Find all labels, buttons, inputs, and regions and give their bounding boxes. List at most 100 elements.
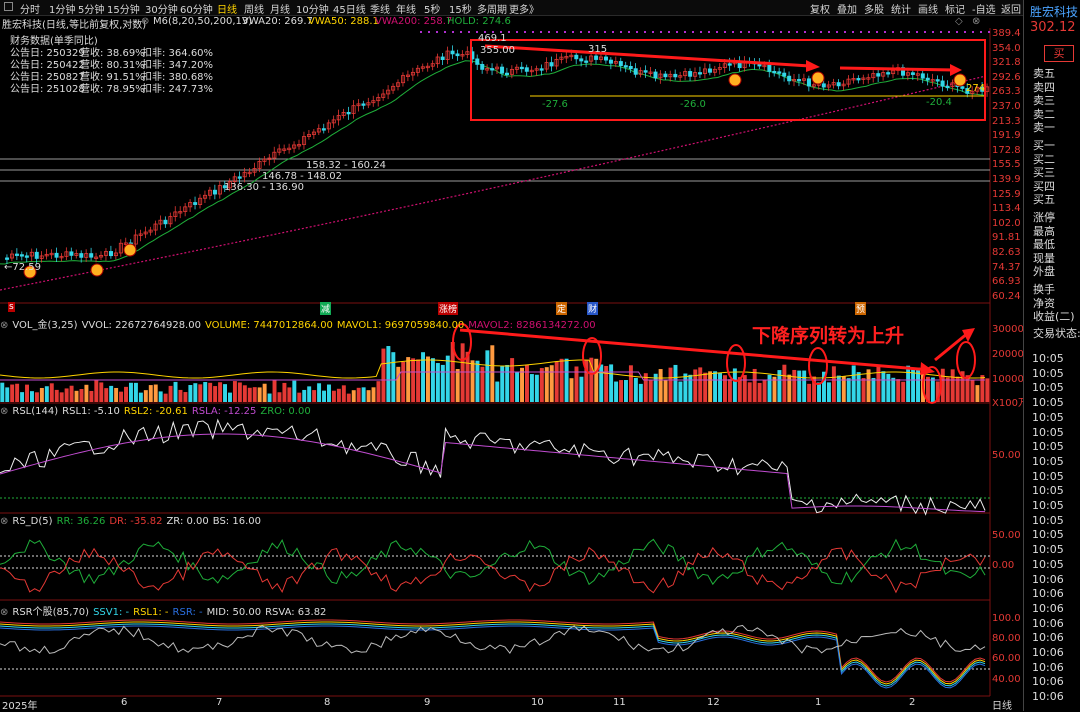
candle-body — [69, 251, 74, 256]
dot-mark — [844, 31, 846, 33]
volume-bar — [638, 383, 643, 402]
volume-panel-title: ⊗ VOL_金(3,25) VVOL: 22672764928.00 VOLUME: … — [0, 320, 596, 331]
vol-axis-2: 20000 — [992, 349, 1024, 360]
volume-bar — [772, 376, 777, 402]
volume-bar — [203, 382, 208, 402]
dot-mark — [740, 31, 742, 33]
signal-marker — [90, 263, 104, 277]
vol-toggle-icon[interactable]: ⊗ — [0, 320, 8, 331]
volume-bar — [99, 382, 104, 402]
volume-bar — [317, 383, 322, 402]
volume-bar — [381, 348, 386, 402]
tick-time: 10:05 — [1032, 484, 1064, 498]
rsl-toggle-icon[interactable]: ⊗ — [0, 406, 8, 417]
candle-body — [480, 63, 485, 70]
tick-time: 10:06 — [1032, 675, 1064, 689]
volume-bar — [886, 373, 891, 402]
volume-bar — [881, 371, 886, 402]
candle-body — [79, 253, 84, 258]
volume-bar — [505, 364, 510, 402]
volume-annotation: 下降序列转为上升 — [752, 325, 905, 347]
sidebar-stock-name[interactable]: 胜宏科技 — [1030, 3, 1078, 20]
rsr-toggle-icon[interactable]: ⊗ — [0, 607, 8, 618]
volume-bar — [876, 365, 881, 402]
dot-mark — [988, 31, 990, 33]
dot-mark — [788, 31, 790, 33]
sidebar-item: 收益(二) — [1033, 310, 1075, 324]
volume-bar — [569, 378, 574, 402]
volume-bar — [391, 352, 396, 402]
volume-bar — [683, 373, 688, 402]
sidebar-item: 卖一 — [1033, 121, 1055, 135]
volume-bar — [218, 382, 223, 402]
volume-bar — [520, 367, 524, 402]
candle-body — [777, 71, 782, 74]
volume-bar — [554, 361, 559, 402]
volume-bar — [792, 369, 797, 402]
volume-bar — [718, 372, 722, 402]
dot-mark — [692, 31, 694, 33]
annot-range3: 136.30 - 136.90 — [224, 182, 304, 193]
volume-bar — [609, 364, 614, 402]
rsr-series-line — [0, 623, 986, 687]
event-marker-start[interactable]: s — [8, 302, 15, 312]
tick-time: 10:05 — [1032, 557, 1064, 571]
event-marker-1[interactable]: 减 — [320, 302, 332, 315]
volume-bar — [25, 384, 29, 402]
volume-bar — [143, 390, 148, 402]
volume-bar — [713, 371, 718, 402]
volume-bar — [856, 372, 861, 402]
volume-bar — [589, 357, 594, 402]
rsd-axis-1: 50.00 — [992, 530, 1021, 541]
dot-mark — [828, 31, 830, 33]
sidebar-item: 买五 — [1033, 193, 1055, 207]
volume-bar — [628, 365, 633, 402]
volume-bar — [247, 387, 252, 402]
volume-bar — [693, 369, 698, 402]
volume-bar — [148, 385, 153, 402]
volume-bar — [490, 345, 495, 402]
rsd-toggle-icon[interactable]: ⊗ — [0, 516, 8, 527]
event-marker-2[interactable]: 涨榜 — [438, 302, 459, 315]
tick-time: 10:06 — [1032, 690, 1064, 704]
volume-bar — [89, 390, 94, 402]
volume-bar — [708, 371, 713, 402]
volume-bar — [133, 382, 138, 402]
candle-body — [604, 56, 609, 61]
candle-body — [920, 73, 925, 79]
volume-bar — [807, 383, 812, 402]
event-marker-5[interactable]: 预 — [855, 302, 867, 315]
price-axis-label: 102.0 — [992, 217, 1021, 229]
dot-mark — [428, 31, 430, 33]
event-marker-3[interactable]: 定 — [556, 302, 568, 315]
volume-bar — [282, 382, 287, 402]
candle-body — [539, 68, 544, 71]
volume-bar — [406, 357, 411, 402]
tick-time: 10:05 — [1032, 499, 1064, 512]
volume-bar — [851, 365, 856, 402]
buy-button[interactable]: 买 — [1044, 45, 1074, 62]
candle-body — [19, 254, 24, 257]
dot-mark — [684, 31, 686, 33]
volume-bar — [426, 356, 430, 402]
volume-bar — [109, 385, 114, 402]
candle-body — [727, 63, 732, 66]
event-marker-4[interactable]: 财 — [587, 302, 599, 315]
volume-bar — [455, 369, 460, 402]
volume-bar — [599, 364, 604, 402]
candle-body — [886, 72, 891, 75]
dot-mark — [444, 31, 446, 33]
candle-body — [579, 58, 584, 62]
volume-bar — [604, 365, 609, 402]
candle-body — [519, 66, 524, 70]
volume-bar — [163, 393, 168, 402]
candle-body — [440, 56, 445, 60]
volume-bar — [619, 380, 623, 402]
rsr-axis-1: 100.0 — [992, 613, 1021, 624]
candle-body — [787, 75, 792, 82]
volume-bar — [15, 383, 20, 402]
volume-bar — [228, 392, 232, 402]
volume-bar — [292, 380, 297, 402]
price-axis-label: 125.9 — [992, 188, 1021, 200]
dot-mark — [524, 31, 526, 33]
